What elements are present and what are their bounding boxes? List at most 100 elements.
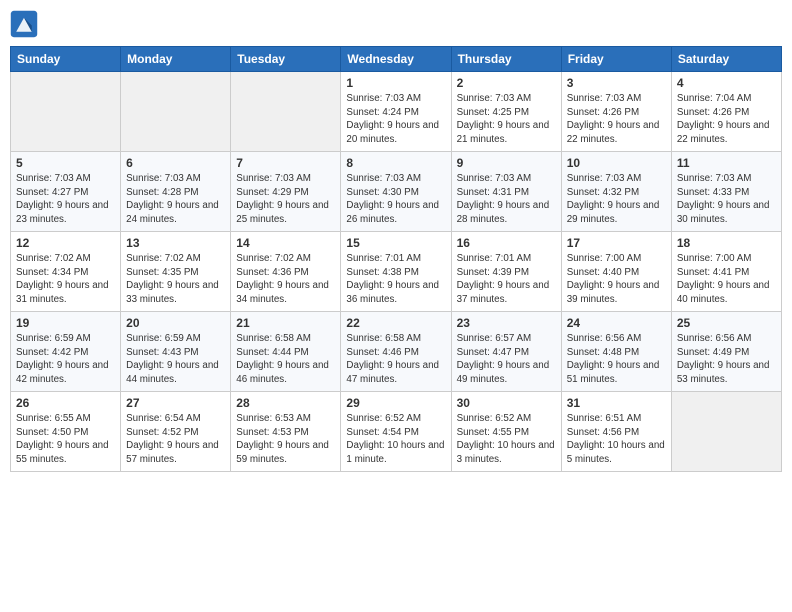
- day-cell: 2 Sunrise: 7:03 AMSunset: 4:25 PMDaylight…: [451, 72, 561, 152]
- week-row-4: 19Sunrise: 6:59 AMSunset: 4:42 PMDayligh…: [11, 312, 782, 392]
- day-number: 9: [457, 156, 556, 170]
- day-cell: 20 Sunrise: 6:59 AMSunset: 4:43 PMDayligh…: [121, 312, 231, 392]
- day-number: 24: [567, 316, 666, 330]
- day-cell: [671, 392, 781, 472]
- day-cell: 18 Sunrise: 7:00 AMSunset: 4:41 PMDayligh…: [671, 232, 781, 312]
- day-info: Sunrise: 7:00 AMSunset: 4:41 PMDaylight:…: [677, 252, 776, 307]
- day-number: 31: [567, 396, 666, 410]
- day-number: 27: [126, 396, 225, 410]
- day-info: Sunrise: 6:59 AMSunset: 4:42 PMDaylight:…: [16, 332, 115, 387]
- day-cell: 6 Sunrise: 7:03 AMSunset: 4:28 PMDaylight…: [121, 152, 231, 232]
- day-info: Sunrise: 7:02 AMSunset: 4:36 PMDaylight:…: [236, 252, 335, 307]
- day-number: 10: [567, 156, 666, 170]
- day-info: Sunrise: 7:03 AMSunset: 4:30 PMDaylight:…: [346, 172, 445, 227]
- day-cell: [11, 72, 121, 152]
- day-number: 22: [346, 316, 445, 330]
- week-row-3: 12 Sunrise: 7:02 AMSunset: 4:34 PMDayligh…: [11, 232, 782, 312]
- day-cell: 27 Sunrise: 6:54 AMSunset: 4:52 PMDayligh…: [121, 392, 231, 472]
- day-cell: 26 Sunrise: 6:55 AMSunset: 4:50 PMDayligh…: [11, 392, 121, 472]
- day-cell: 21Sunrise: 6:58 AMSunset: 4:44 PMDayligh…: [231, 312, 341, 392]
- day-number: 5: [16, 156, 115, 170]
- day-info: Sunrise: 6:54 AMSunset: 4:52 PMDaylight:…: [126, 412, 225, 467]
- day-number: 23: [457, 316, 556, 330]
- weekday-header-sunday: Sunday: [11, 47, 121, 72]
- weekday-header-saturday: Saturday: [671, 47, 781, 72]
- day-cell: 8 Sunrise: 7:03 AMSunset: 4:30 PMDaylight…: [341, 152, 451, 232]
- day-info: Sunrise: 7:03 AMSunset: 4:28 PMDaylight:…: [126, 172, 225, 227]
- day-number: 12: [16, 236, 115, 250]
- day-cell: 14Sunrise: 7:02 AMSunset: 4:36 PMDayligh…: [231, 232, 341, 312]
- day-info: Sunrise: 6:52 AMSunset: 4:54 PMDaylight:…: [346, 412, 445, 467]
- day-info: Sunrise: 7:03 AMSunset: 4:25 PMDaylight:…: [457, 92, 556, 147]
- weekday-header-friday: Friday: [561, 47, 671, 72]
- day-cell: 29 Sunrise: 6:52 AMSunset: 4:54 PMDayligh…: [341, 392, 451, 472]
- day-number: 4: [677, 76, 776, 90]
- logo: [10, 10, 42, 38]
- weekday-header-tuesday: Tuesday: [231, 47, 341, 72]
- day-info: Sunrise: 7:03 AMSunset: 4:31 PMDaylight:…: [457, 172, 556, 227]
- day-number: 6: [126, 156, 225, 170]
- day-cell: [121, 72, 231, 152]
- day-number: 2: [457, 76, 556, 90]
- day-cell: 13 Sunrise: 7:02 AMSunset: 4:35 PMDayligh…: [121, 232, 231, 312]
- day-cell: 19Sunrise: 6:59 AMSunset: 4:42 PMDayligh…: [11, 312, 121, 392]
- day-number: 25: [677, 316, 776, 330]
- week-row-1: 1 Sunrise: 7:03 AMSunset: 4:24 PMDaylight…: [11, 72, 782, 152]
- weekday-header-row: SundayMondayTuesdayWednesdayThursdayFrid…: [11, 47, 782, 72]
- day-number: 1: [346, 76, 445, 90]
- day-info: Sunrise: 6:58 AMSunset: 4:44 PMDaylight:…: [236, 332, 335, 387]
- day-cell: 10 Sunrise: 7:03 AMSunset: 4:32 PMDayligh…: [561, 152, 671, 232]
- day-info: Sunrise: 6:53 AMSunset: 4:53 PMDaylight:…: [236, 412, 335, 467]
- day-info: Sunrise: 7:01 AMSunset: 4:39 PMDaylight:…: [457, 252, 556, 307]
- day-cell: 9 Sunrise: 7:03 AMSunset: 4:31 PMDaylight…: [451, 152, 561, 232]
- day-info: Sunrise: 7:02 AMSunset: 4:34 PMDaylight:…: [16, 252, 115, 307]
- day-cell: 5Sunrise: 7:03 AMSunset: 4:27 PMDaylight…: [11, 152, 121, 232]
- day-number: 15: [346, 236, 445, 250]
- day-info: Sunrise: 7:02 AMSunset: 4:35 PMDaylight:…: [126, 252, 225, 307]
- day-number: 28: [236, 396, 335, 410]
- day-info: Sunrise: 6:58 AMSunset: 4:46 PMDaylight:…: [346, 332, 445, 387]
- weekday-header-thursday: Thursday: [451, 47, 561, 72]
- day-number: 8: [346, 156, 445, 170]
- day-number: 26: [16, 396, 115, 410]
- day-cell: 1 Sunrise: 7:03 AMSunset: 4:24 PMDaylight…: [341, 72, 451, 152]
- day-cell: 12 Sunrise: 7:02 AMSunset: 4:34 PMDayligh…: [11, 232, 121, 312]
- day-number: 29: [346, 396, 445, 410]
- day-cell: 11Sunrise: 7:03 AMSunset: 4:33 PMDayligh…: [671, 152, 781, 232]
- day-number: 3: [567, 76, 666, 90]
- day-info: Sunrise: 7:03 AMSunset: 4:29 PMDaylight:…: [236, 172, 335, 227]
- day-info: Sunrise: 7:01 AMSunset: 4:38 PMDaylight:…: [346, 252, 445, 307]
- day-cell: 30 Sunrise: 6:52 AMSunset: 4:55 PMDayligh…: [451, 392, 561, 472]
- day-cell: 31 Sunrise: 6:51 AMSunset: 4:56 PMDayligh…: [561, 392, 671, 472]
- day-info: Sunrise: 6:51 AMSunset: 4:56 PMDaylight:…: [567, 412, 666, 467]
- day-info: Sunrise: 7:00 AMSunset: 4:40 PMDaylight:…: [567, 252, 666, 307]
- day-info: Sunrise: 6:55 AMSunset: 4:50 PMDaylight:…: [16, 412, 115, 467]
- day-number: 16: [457, 236, 556, 250]
- week-row-5: 26 Sunrise: 6:55 AMSunset: 4:50 PMDayligh…: [11, 392, 782, 472]
- day-number: 18: [677, 236, 776, 250]
- day-cell: 7Sunrise: 7:03 AMSunset: 4:29 PMDaylight…: [231, 152, 341, 232]
- day-number: 20: [126, 316, 225, 330]
- day-info: Sunrise: 6:59 AMSunset: 4:43 PMDaylight:…: [126, 332, 225, 387]
- day-cell: 23Sunrise: 6:57 AMSunset: 4:47 PMDayligh…: [451, 312, 561, 392]
- calendar-table: SundayMondayTuesdayWednesdayThursdayFrid…: [10, 46, 782, 472]
- page: SundayMondayTuesdayWednesdayThursdayFrid…: [0, 0, 792, 612]
- day-info: Sunrise: 7:04 AMSunset: 4:26 PMDaylight:…: [677, 92, 776, 147]
- day-number: 13: [126, 236, 225, 250]
- weekday-header-monday: Monday: [121, 47, 231, 72]
- day-cell: 17Sunrise: 7:00 AMSunset: 4:40 PMDayligh…: [561, 232, 671, 312]
- day-number: 30: [457, 396, 556, 410]
- weekday-header-wednesday: Wednesday: [341, 47, 451, 72]
- day-info: Sunrise: 7:03 AMSunset: 4:32 PMDaylight:…: [567, 172, 666, 227]
- day-info: Sunrise: 7:03 AMSunset: 4:24 PMDaylight:…: [346, 92, 445, 147]
- day-cell: 25Sunrise: 6:56 AMSunset: 4:49 PMDayligh…: [671, 312, 781, 392]
- day-cell: 16 Sunrise: 7:01 AMSunset: 4:39 PMDayligh…: [451, 232, 561, 312]
- day-cell: 24Sunrise: 6:56 AMSunset: 4:48 PMDayligh…: [561, 312, 671, 392]
- day-cell: 22 Sunrise: 6:58 AMSunset: 4:46 PMDayligh…: [341, 312, 451, 392]
- day-cell: 3Sunrise: 7:03 AMSunset: 4:26 PMDaylight…: [561, 72, 671, 152]
- day-info: Sunrise: 7:03 AMSunset: 4:33 PMDaylight:…: [677, 172, 776, 227]
- header: [10, 10, 782, 38]
- day-info: Sunrise: 6:52 AMSunset: 4:55 PMDaylight:…: [457, 412, 556, 467]
- day-cell: 28 Sunrise: 6:53 AMSunset: 4:53 PMDayligh…: [231, 392, 341, 472]
- day-cell: [231, 72, 341, 152]
